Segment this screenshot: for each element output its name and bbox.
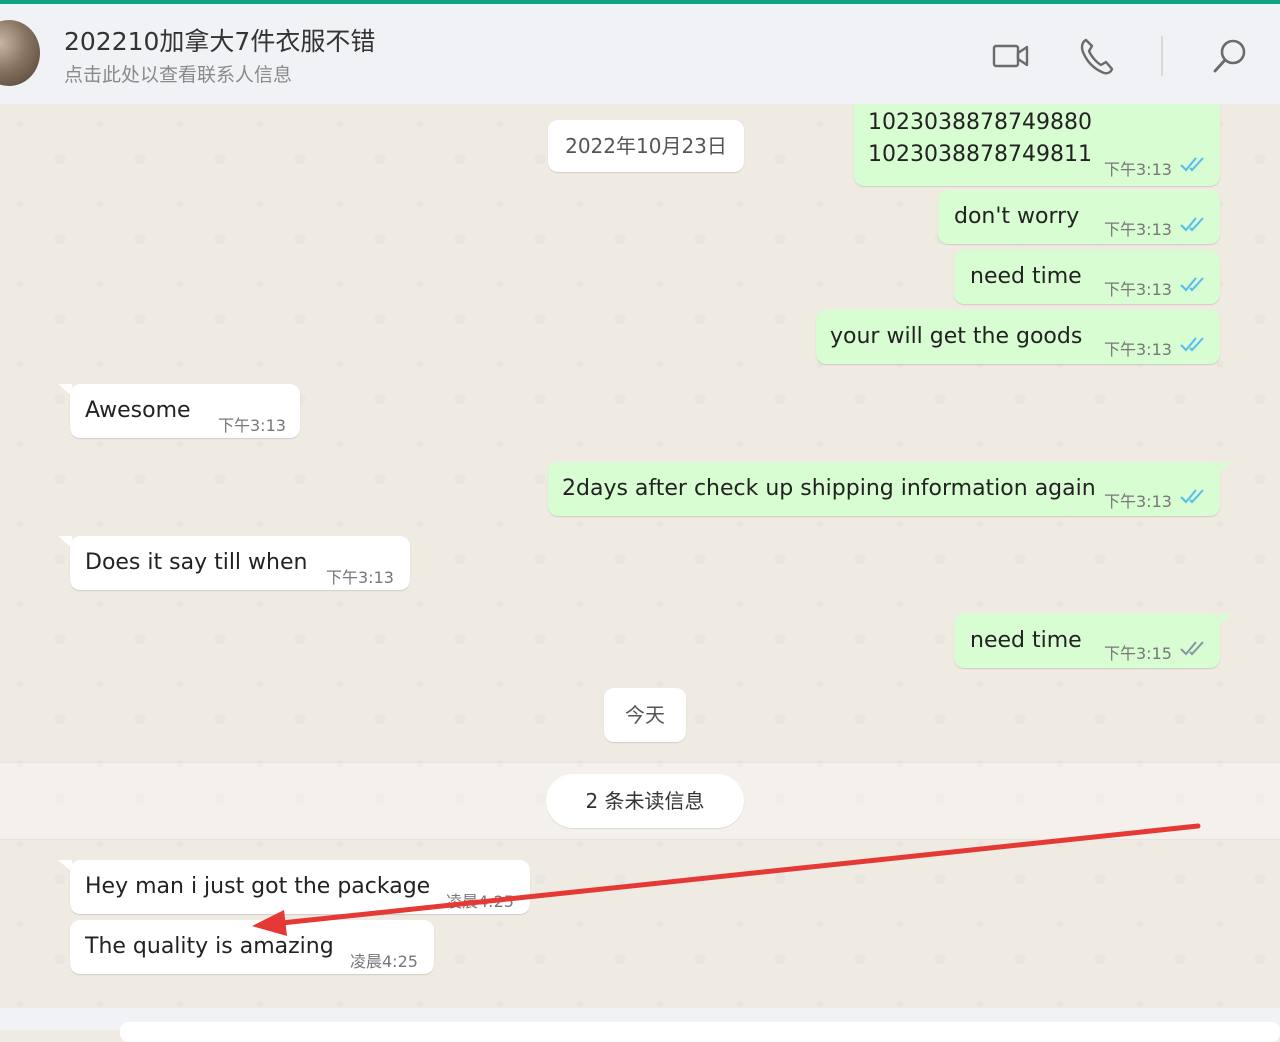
message-input[interactable]	[120, 1022, 1280, 1042]
voice-call-icon[interactable]	[1078, 36, 1114, 80]
chat-title[interactable]: 202210加拿大7件衣服不错	[64, 22, 375, 58]
search-icon[interactable]	[1212, 38, 1248, 78]
contact-info-hint[interactable]: 点击此处以查看联系人信息	[64, 60, 292, 87]
header-divider	[1161, 36, 1163, 76]
video-call-icon[interactable]	[992, 42, 1030, 74]
message-list[interactable]: 2022年10月23日 1023038878749880 10230388787…	[0, 104, 1280, 1008]
annotation-arrow	[252, 823, 1201, 936]
chat-header[interactable]: 202210加拿大7件衣服不错 点击此处以查看联系人信息	[0, 4, 1280, 104]
contact-avatar[interactable]	[0, 20, 40, 86]
annotation-arrowhead	[252, 910, 287, 936]
